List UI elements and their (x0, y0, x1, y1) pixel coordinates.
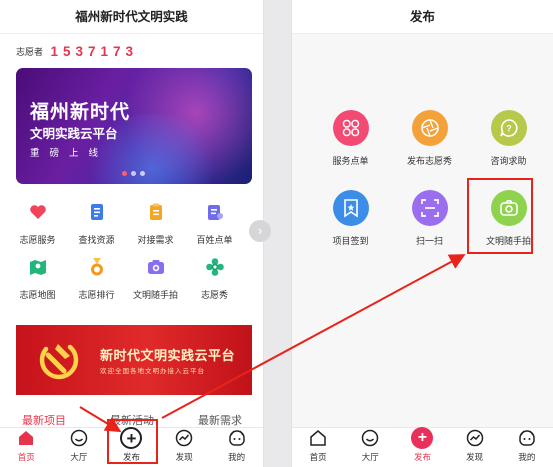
smile-icon (361, 428, 379, 448)
service-ranking[interactable]: 志愿排行 (67, 257, 126, 312)
service-show[interactable]: 志愿秀 (185, 257, 244, 312)
nav-label: 发现 (175, 452, 193, 462)
counter-digit: 7 (113, 43, 121, 59)
home-icon (17, 428, 35, 448)
publish-volunteer-show[interactable]: 发布志愿秀 (390, 110, 469, 190)
service-label: 文明随手拍 (132, 290, 178, 300)
nav-label: 发现 (466, 452, 484, 462)
smile-icon (70, 428, 88, 448)
service-label: 志愿排行 (78, 290, 115, 300)
scan-icon (411, 190, 448, 226)
highlight-box (107, 419, 158, 464)
document-icon (87, 202, 107, 222)
hero-tagline: 重磅上线 (30, 148, 109, 159)
party-banner[interactable]: 新时代文明实践云平台 欢迎全国各地文明办接入云平台 (16, 325, 252, 395)
camera-icon (146, 257, 166, 277)
flower-icon (205, 257, 225, 277)
heart-icon (28, 202, 48, 222)
highlight-box (467, 178, 533, 254)
service-citizen-order[interactable]: 百姓点单 (185, 202, 244, 257)
tab-latest-projects[interactable]: 最新项目 (22, 412, 66, 428)
nav-label: 首页 (17, 452, 35, 462)
counter-digit: 7 (88, 43, 96, 59)
face-icon (518, 428, 536, 448)
publish-label: 扫一扫 (415, 236, 443, 246)
home-screen: 福州新时代文明实践 志愿者 1 5 3 7 1 7 3 福州新时代 文明实践云平… (0, 0, 264, 467)
publish-label: 咨询求助 (490, 156, 527, 166)
party-banner-title: 新时代文明实践云平台 (100, 348, 236, 363)
nav-label: 我的 (228, 452, 246, 462)
volunteer-counter: 志愿者 1 5 3 7 1 7 3 (16, 41, 136, 61)
carousel-dots[interactable] (122, 171, 145, 176)
tab-latest-needs[interactable]: 最新需求 (198, 412, 242, 428)
trend-icon (466, 428, 484, 448)
face-icon (228, 428, 246, 448)
service-snapshot[interactable]: 文明随手拍 (126, 257, 185, 312)
nav-home[interactable]: 首页 (293, 428, 343, 463)
nav-discover[interactable]: 发现 (159, 428, 209, 463)
service-label: 志愿服务 (19, 235, 56, 245)
counter-digits: 1 5 3 7 1 7 3 (48, 44, 136, 59)
page-title: 发布 (292, 0, 553, 34)
carousel-dot[interactable] (122, 171, 127, 176)
publish-label: 服务点单 (332, 156, 369, 166)
service-grid: 志愿服务 查找资源 对接需求 百姓点单 志愿地图 志愿排行 文明随手拍 志愿秀 (8, 202, 263, 312)
clipboard-icon (146, 202, 166, 222)
home-icon (309, 428, 327, 448)
trend-icon (175, 428, 193, 448)
bookmark-icon (332, 190, 369, 226)
nav-hall[interactable]: 大厅 (345, 428, 395, 463)
service-map[interactable]: 志愿地图 (8, 257, 67, 312)
hero-subtitle: 文明实践云平台 (30, 127, 118, 141)
hero-title: 福州新时代 (30, 102, 131, 123)
publish-project-checkin[interactable]: 项目签到 (311, 190, 390, 270)
medal-icon (87, 257, 107, 277)
user-card-icon (205, 202, 225, 222)
plus-icon: + (411, 427, 434, 449)
nav-label: 大厅 (361, 452, 379, 462)
nav-discover[interactable]: 发现 (450, 428, 500, 463)
service-label: 志愿秀 (200, 290, 228, 300)
service-label: 查找资源 (78, 235, 115, 245)
nav-label: 大厅 (70, 452, 88, 462)
nav-mine[interactable]: 我的 (502, 428, 552, 463)
page-title: 福州新时代文明实践 (0, 0, 263, 34)
nav-publish[interactable]: + 发布 (397, 427, 447, 463)
chat-icon: ? (490, 110, 527, 146)
party-emblem-icon (39, 344, 79, 380)
nav-home[interactable]: 首页 (1, 428, 51, 463)
service-volunteer[interactable]: 志愿服务 (8, 202, 67, 257)
service-find-resources[interactable]: 查找资源 (67, 202, 126, 257)
publish-scan[interactable]: 扫一扫 (390, 190, 469, 270)
nav-label: 发布 (413, 452, 431, 462)
counter-digit: 3 (75, 43, 84, 59)
svg-text:?: ? (506, 124, 512, 134)
service-label: 对接需求 (137, 235, 174, 245)
bottom-nav: 首页 大厅 + 发布 发现 我的 (292, 427, 553, 467)
counter-digit: 1 (50, 43, 59, 59)
counter-label: 志愿者 (16, 46, 44, 57)
counter-digit: 1 (100, 43, 109, 59)
nav-hall[interactable]: 大厅 (54, 428, 104, 463)
service-match-needs[interactable]: 对接需求 (126, 202, 185, 257)
service-label: 志愿地图 (19, 290, 56, 300)
chevron-right-icon[interactable]: › (249, 220, 271, 242)
service-label: 百姓点单 (196, 235, 233, 245)
carousel-dot[interactable] (140, 171, 145, 176)
hero-banner[interactable]: 福州新时代 文明实践云平台 重磅上线 (16, 68, 252, 184)
counter-digit: 3 (125, 43, 134, 59)
nav-label: 我的 (518, 452, 536, 462)
publish-label: 项目签到 (332, 236, 369, 246)
nav-label: 首页 (309, 452, 327, 462)
aperture-icon (411, 110, 448, 146)
counter-digit: 5 (63, 43, 71, 59)
grid-icon (332, 110, 369, 146)
nav-mine[interactable]: 我的 (212, 428, 262, 463)
map-icon (28, 257, 48, 277)
party-banner-subtitle: 欢迎全国各地文明办接入云平台 (100, 368, 205, 375)
carousel-dot[interactable] (131, 171, 136, 176)
publish-service-order[interactable]: 服务点单 (311, 110, 390, 190)
publish-label: 发布志愿秀 (406, 156, 452, 166)
